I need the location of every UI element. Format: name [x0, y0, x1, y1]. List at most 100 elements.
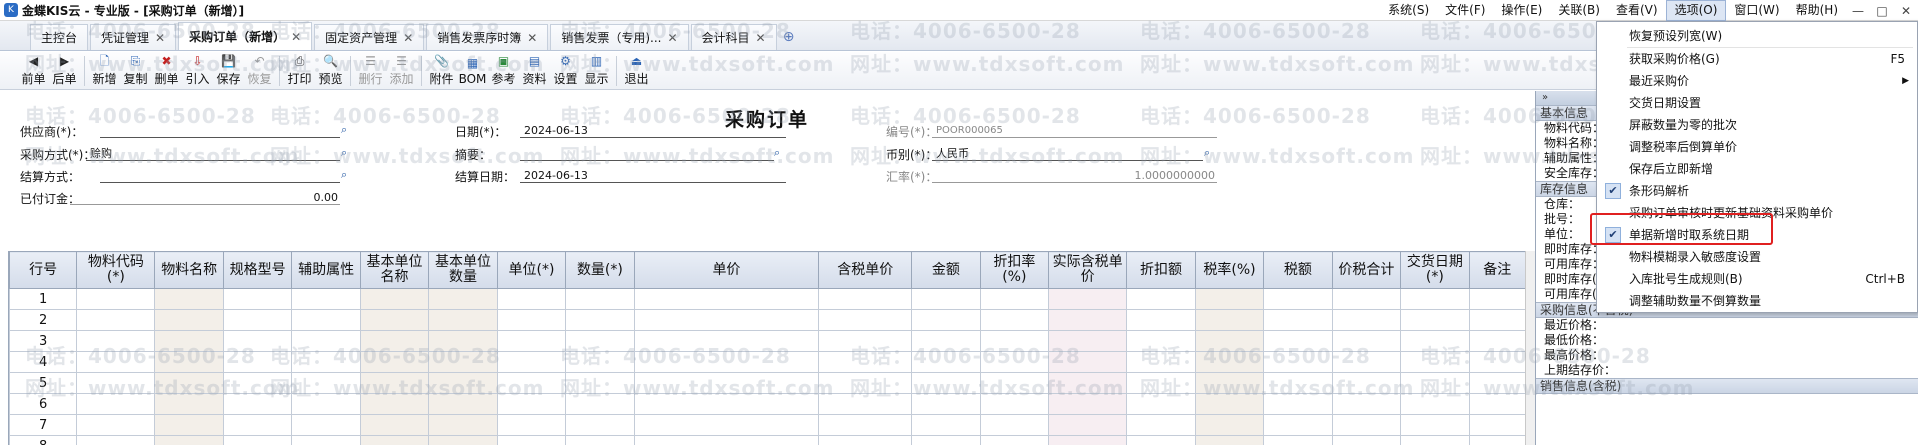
grid-cell[interactable] — [1048, 351, 1128, 373]
grid-cell[interactable] — [291, 309, 361, 331]
tab-3[interactable]: 固定资产管理 ✕ — [314, 24, 425, 50]
grid-cell[interactable] — [154, 414, 224, 436]
grid-cell[interactable] — [76, 309, 156, 331]
tab-close-icon[interactable]: ✕ — [155, 31, 165, 45]
grid-cell[interactable] — [154, 351, 224, 373]
grid-cell[interactable] — [1194, 372, 1265, 394]
grid-cell[interactable] — [818, 372, 913, 394]
menu-item-3[interactable]: 关联(B) — [1550, 0, 1608, 21]
column-header-2[interactable]: 物料名称 — [154, 251, 224, 289]
grid-cell[interactable] — [1048, 372, 1128, 394]
grid-cell[interactable] — [359, 393, 430, 415]
toolbar-button-3[interactable]: 🗋 新增 — [89, 54, 120, 88]
grid-cell[interactable] — [1126, 288, 1196, 310]
column-header-14[interactable]: 折扣额 — [1126, 251, 1196, 289]
column-header-7[interactable]: 单位(*) — [496, 251, 567, 289]
grid-cell[interactable] — [76, 330, 156, 352]
grid-cell[interactable] — [1126, 414, 1196, 436]
toolbar-button-14[interactable]: ☰ 添加 — [386, 54, 417, 88]
grid-cell[interactable] — [1126, 393, 1196, 415]
options-menu-item-4[interactable]: 交货日期设置 — [1597, 92, 1917, 114]
summary-lookup-icon[interactable]: ⌕ — [774, 147, 788, 159]
grid-cell[interactable] — [1468, 288, 1525, 310]
grid-cell[interactable] — [565, 309, 635, 331]
grid-cell[interactable] — [1468, 309, 1525, 331]
grid-cell[interactable] — [154, 309, 224, 331]
grid-cell[interactable] — [222, 330, 293, 352]
grid-cell[interactable] — [154, 393, 224, 415]
grid-cell[interactable] — [1468, 351, 1525, 373]
tab-close-icon[interactable]: ✕ — [527, 31, 537, 45]
column-header-4[interactable]: 辅助属性 — [291, 251, 361, 289]
grid-cell[interactable] — [76, 372, 156, 394]
grid-cell[interactable] — [1126, 435, 1196, 445]
settle-method-lookup-icon[interactable]: ⌕ — [341, 169, 355, 181]
grid-cell[interactable] — [979, 393, 1050, 415]
column-header-9[interactable]: 单价 — [633, 251, 820, 289]
options-menu-item-6[interactable]: 调整税率后倒算单价 — [1597, 136, 1917, 158]
grid-cell[interactable] — [633, 351, 820, 373]
grid-cell[interactable] — [1400, 372, 1470, 394]
grid-cell[interactable] — [1468, 393, 1525, 415]
options-menu-item-2[interactable]: 获取采购价格(G) F5 — [1597, 48, 1917, 70]
grid-cell[interactable] — [911, 330, 981, 352]
grid-cell[interactable] — [1400, 288, 1470, 310]
grid-cell[interactable] — [291, 351, 361, 373]
column-header-11[interactable]: 金额 — [911, 251, 981, 289]
grid-cell[interactable] — [1331, 309, 1402, 331]
grid-cell[interactable] — [222, 372, 293, 394]
column-header-16[interactable]: 税额 — [1263, 251, 1333, 289]
toolbar-button-17[interactable]: ▦ BOM — [457, 54, 488, 88]
grid-cell[interactable] — [428, 393, 498, 415]
grid-cell[interactable] — [154, 372, 224, 394]
number-field[interactable]: POOR000065 — [932, 124, 1217, 138]
toolbar-button-6[interactable]: ⇩ 引入 — [182, 54, 213, 88]
grid-cell[interactable] — [818, 414, 913, 436]
options-menu-item-5[interactable]: 屏蔽数量为零的批次 — [1597, 114, 1917, 136]
grid-cell[interactable] — [633, 372, 820, 394]
toolbar-button-0[interactable]: ◀ 前单 — [18, 54, 49, 88]
close-window-icon[interactable]: ✕ — [1894, 4, 1918, 18]
grid-cell[interactable] — [818, 288, 913, 310]
maximize-icon[interactable]: □ — [1870, 4, 1894, 18]
grid-cell[interactable] — [565, 330, 635, 352]
grid-cell[interactable] — [496, 351, 567, 373]
grid-cell[interactable] — [1331, 372, 1402, 394]
grid-cell[interactable] — [1468, 414, 1525, 436]
grid-cell[interactable] — [1263, 414, 1333, 436]
grid-cell[interactable] — [565, 393, 635, 415]
tab-close-icon[interactable]: ✕ — [667, 31, 677, 45]
grid-cell[interactable] — [76, 414, 156, 436]
grid-cell[interactable] — [633, 288, 820, 310]
options-menu-item-3[interactable]: 最近采购价 ▶ — [1597, 70, 1917, 92]
toolbar-button-21[interactable]: ▥ 显示 — [581, 54, 612, 88]
column-header-10[interactable]: 含税单价 — [818, 251, 913, 289]
grid-cell[interactable] — [565, 288, 635, 310]
tab-5[interactable]: 销售发票（专用)... ✕ — [550, 24, 689, 50]
grid-cell[interactable] — [428, 351, 498, 373]
grid-cell[interactable] — [1194, 330, 1265, 352]
tab-1[interactable]: 凭证管理 ✕ — [90, 24, 177, 50]
grid-cell[interactable] — [1331, 414, 1402, 436]
grid-cell[interactable] — [222, 309, 293, 331]
grid-cell[interactable] — [428, 414, 498, 436]
column-header-18[interactable]: 交货日期(*) — [1400, 251, 1470, 289]
grid-cell[interactable] — [1263, 435, 1333, 445]
grid-cell[interactable] — [911, 288, 981, 310]
grid-cell[interactable] — [979, 414, 1050, 436]
toolbar-button-5[interactable]: ✖ 删单 — [151, 54, 182, 88]
grid-cell[interactable] — [359, 414, 430, 436]
grid-cell[interactable] — [291, 435, 361, 445]
grid-cell[interactable] — [222, 414, 293, 436]
grid-cell[interactable] — [1126, 309, 1196, 331]
grid-cell[interactable] — [359, 435, 430, 445]
toolbar-button-7[interactable]: 💾 保存 — [213, 54, 244, 88]
options-menu-item-12[interactable]: 入库批号生成规则(B) Ctrl+B — [1597, 268, 1917, 290]
grid-cell[interactable] — [291, 393, 361, 415]
grid-cell[interactable] — [633, 309, 820, 331]
rate-field[interactable]: 1.0000000000 — [932, 169, 1217, 183]
purchase-method-lookup-icon[interactable]: ⌕ — [341, 147, 355, 159]
grid-cell[interactable] — [428, 435, 498, 445]
grid-cell[interactable] — [1126, 351, 1196, 373]
grid-cell[interactable] — [818, 309, 913, 331]
